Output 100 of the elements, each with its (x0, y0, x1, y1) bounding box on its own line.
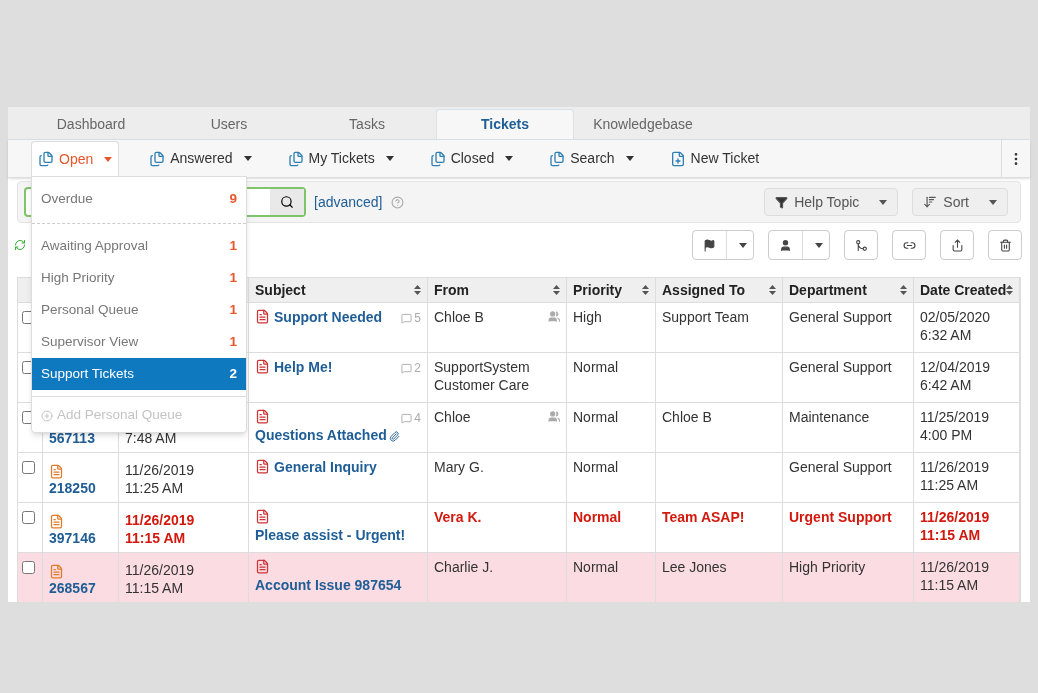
merge-button[interactable] (844, 230, 878, 260)
caret-icon (505, 156, 514, 161)
sort-button[interactable]: Sort (912, 188, 1008, 216)
table-cell: Normal (573, 409, 619, 425)
sort-icon (1006, 285, 1014, 295)
thread-count: 5 (401, 309, 421, 327)
queue-menu-button[interactable]: My Tickets (281, 140, 400, 177)
row-checkbox[interactable] (22, 561, 35, 574)
queue-menu-button[interactable]: Search (543, 140, 640, 177)
table-cell: General Support (789, 359, 892, 375)
help-topic-filter[interactable]: Help Topic (764, 188, 899, 216)
share-button[interactable] (940, 230, 974, 260)
thread-count: 2 (401, 359, 421, 377)
queue-menu-item[interactable]: Awaiting Approval 1 (32, 230, 246, 262)
column-header[interactable]: Priority (567, 278, 656, 302)
table-cell: Normal (573, 559, 619, 575)
table-cell-text: 11/26/2019 11:25 AM (920, 458, 991, 494)
ticket-number[interactable]: 397146 (49, 529, 112, 547)
plus-icon (41, 409, 53, 422)
queue-menu-button[interactable]: Answered (143, 140, 258, 177)
row-checkbox[interactable] (22, 511, 35, 524)
table-cell: Team ASAP! (662, 509, 745, 525)
queue-menu-item[interactable]: High Priority 1 (32, 262, 246, 294)
table-cell: Chloe B (662, 409, 712, 425)
search-icon[interactable] (270, 189, 304, 215)
tab[interactable]: Tasks (298, 109, 436, 139)
ticket-subject-link[interactable]: General Inquiry (274, 458, 377, 476)
table-cell: Normal (573, 509, 622, 525)
column-header[interactable]: From (428, 278, 567, 302)
new-ticket-button[interactable]: New Ticket (663, 140, 766, 177)
sort-icon (642, 285, 649, 295)
table-cell-text: 02/05/2020 6:32 AM (920, 308, 992, 344)
ticket-subject-link[interactable]: Support Needed (274, 308, 383, 326)
ticket-subject-link[interactable]: Questions Attached (255, 426, 400, 444)
new-document-icon (669, 150, 686, 167)
merge-icon (854, 238, 868, 252)
queue-menu-item[interactable]: Support Tickets 2 (32, 358, 246, 390)
table-cell: High Priority (789, 559, 866, 575)
chat-icon (401, 312, 413, 324)
caret-icon (104, 156, 113, 162)
ticket-icon (49, 564, 64, 579)
table-cell: Support Team (662, 309, 749, 325)
table-cell-text: 11/26/2019 11:15 AM (920, 508, 991, 544)
column-header[interactable]: Department (783, 278, 914, 302)
flagged-document-icon (255, 309, 270, 324)
table-cell-text: 12/04/2019 6:42 AM (920, 358, 992, 394)
table-cell: Maintenance (789, 409, 870, 425)
queue-menu-button[interactable]: Open (31, 140, 120, 177)
table-cell-text: Vera K. (434, 508, 483, 527)
table-row[interactable]: 397146 11/26/2019 11:15 AM Please assist - Urgent! Vera K. Normal Team ASAP! Urgent Support 11/26/2019 11:15 AM (18, 502, 1020, 552)
ticket-subject-link[interactable]: Account Issue 987654 (255, 576, 402, 594)
assign-menu-button[interactable] (768, 230, 830, 260)
refresh-icon[interactable] (14, 239, 26, 251)
flagged-document-icon (255, 559, 270, 574)
delete-button[interactable] (988, 230, 1022, 260)
table-cell-text: Chloe B (434, 308, 485, 327)
table-cell: Normal (573, 459, 619, 475)
ticket-subject-link[interactable]: Please assist - Urgent! (255, 526, 406, 544)
column-header[interactable]: Assigned To (656, 278, 783, 302)
advanced-search-link[interactable]: [advanced] (314, 191, 383, 213)
flagged-document-icon (255, 509, 270, 524)
table-cell-text: 11/26/2019 11:15 AM (125, 561, 196, 597)
ticket-number[interactable]: 218250 (49, 479, 112, 497)
sort-icon (414, 285, 421, 295)
flagged-document-icon (255, 459, 270, 474)
link-button[interactable] (892, 230, 926, 260)
row-checkbox[interactable] (22, 461, 35, 474)
caret-icon (879, 199, 888, 205)
column-header[interactable]: Date Created (914, 278, 1021, 302)
tab[interactable]: Users (160, 109, 298, 139)
flagged-document-icon (255, 409, 270, 424)
documents-icon (38, 151, 54, 167)
tab[interactable]: Tickets (436, 109, 574, 139)
sort-icon (553, 285, 560, 295)
table-cell-text: 11/26/2019 11:15 AM (125, 511, 196, 547)
chat-icon (401, 362, 413, 374)
table-cell-text: 11/26/2019 11:25 AM (125, 461, 196, 497)
tab[interactable]: Dashboard (22, 109, 160, 139)
table-cell-text: SupportSystem Customer Care (434, 358, 531, 395)
caret-icon (989, 199, 997, 205)
ticket-icon (49, 464, 64, 479)
flag-menu-button[interactable] (692, 230, 754, 260)
table-cell: General Support (789, 309, 892, 325)
documents-icon (549, 150, 566, 167)
queue-menu-button[interactable]: Closed (423, 140, 520, 177)
trash-icon (998, 238, 1012, 252)
table-row[interactable]: 218250 11/26/2019 11:25 AM General Inquiry Mary G. Normal General Support 11/26/2019 11:25 AM (18, 452, 1020, 502)
table-cell-text: 11/26/2019 11:15 AM (920, 558, 991, 594)
column-header[interactable]: Subject (249, 278, 428, 302)
tab[interactable]: Knowledgebase (574, 109, 712, 139)
ticket-number[interactable]: 268567 (49, 579, 112, 597)
ticket-subject-link[interactable]: Help Me! (274, 358, 333, 376)
caret-icon (739, 243, 747, 249)
table-cell-text: 11/25/2019 4:00 PM (920, 408, 991, 444)
user-icon (779, 238, 792, 252)
table-row[interactable]: 268567 11/26/2019 11:15 AM Account Issue 987654 Charlie J. Normal Lee Jones High Priority 11/26/2019 11:15 AM (18, 552, 1020, 602)
flagged-document-icon (255, 359, 270, 374)
documents-icon (287, 150, 304, 167)
queue-menu-item[interactable]: Overdue 9 (32, 183, 246, 215)
table-cell-text: Charlie J. (434, 558, 495, 577)
